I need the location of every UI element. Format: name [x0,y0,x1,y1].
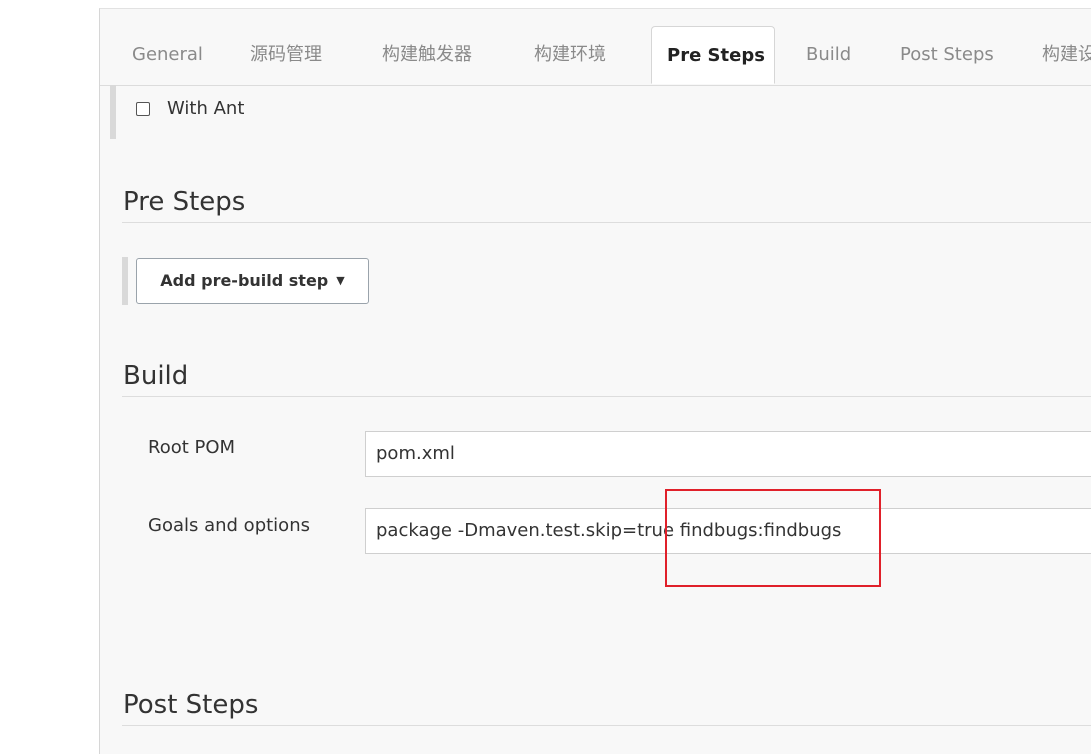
tab-build-environment[interactable]: 构建环境 [534,27,606,83]
tab-build-settings[interactable]: 构建设置 [1042,27,1091,83]
top-strip [0,0,1091,8]
with-ant-checkbox[interactable] [136,102,150,116]
tab-bar: General 源码管理 构建触发器 构建环境 Pre Steps Build … [100,26,1091,86]
with-ant-label: With Ant [167,98,245,119]
tab-build[interactable]: Build [806,27,851,83]
root-pom-label: Root POM [148,437,236,458]
page: General 源码管理 构建触发器 构建环境 Pre Steps Build … [0,0,1091,754]
config-panel: General 源码管理 构建触发器 构建环境 Pre Steps Build … [99,8,1091,754]
tab-source-code-management[interactable]: 源码管理 [250,27,322,83]
caret-down-icon: ▼ [336,274,345,287]
goals-options-label: Goals and options [148,515,310,536]
pre-steps-heading: Pre Steps [123,187,246,217]
build-heading: Build [123,361,189,391]
tab-build-triggers[interactable]: 构建触发器 [382,27,472,83]
goals-options-input[interactable]: package -Dmaven.test.skip=true findbugs:… [365,508,1091,554]
add-pre-build-step-label: Add pre-build step [160,271,329,290]
with-ant-section-bar [110,85,116,139]
tab-pre-steps[interactable]: Pre Steps [651,26,775,84]
pre-steps-divider [122,222,1091,223]
tab-general[interactable]: General [132,27,203,83]
root-pom-input[interactable]: pom.xml [365,431,1091,477]
post-steps-divider [122,725,1091,726]
build-divider [122,396,1091,397]
add-pre-build-step-button[interactable]: Add pre-build step ▼ [136,258,369,304]
pre-build-step-bar [122,257,128,305]
tab-post-steps[interactable]: Post Steps [900,27,994,83]
post-steps-heading: Post Steps [123,690,259,720]
